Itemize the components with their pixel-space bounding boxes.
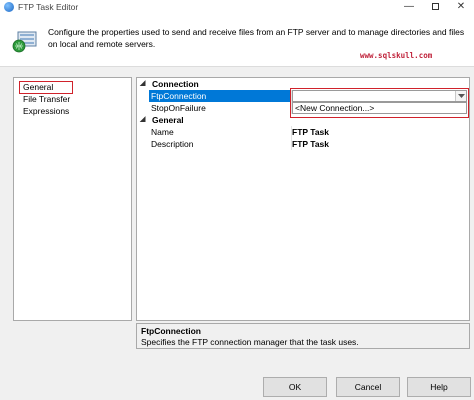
nav-item-expressions[interactable]: Expressions <box>23 106 69 117</box>
ok-button[interactable]: OK <box>263 377 327 397</box>
close-button[interactable]: ✕ <box>448 0 474 15</box>
window-title: FTP Task Editor <box>18 2 79 12</box>
property-name[interactable]: FtpConnection <box>149 90 291 102</box>
maximize-button[interactable] <box>422 0 448 15</box>
category-general[interactable]: ◢ General <box>137 114 469 126</box>
help-button[interactable]: Help <box>407 377 471 397</box>
page-nav: General File Transfer Expressions <box>13 77 132 321</box>
category-label: Connection <box>152 79 199 89</box>
header-description: Configure the properties used to send an… <box>48 27 465 49</box>
maximize-icon <box>431 2 439 10</box>
ftp-server-icon <box>12 31 37 53</box>
nav-item-general[interactable]: General <box>19 81 73 94</box>
property-value[interactable]: FTP Task <box>292 126 329 138</box>
property-description-panel: FtpConnection Specifies the FTP connecti… <box>136 323 470 349</box>
property-grid: ◢ Connection FtpConnection StopOnFailure… <box>136 77 470 321</box>
nav-item-file-transfer[interactable]: File Transfer <box>23 94 70 105</box>
collapse-arrow-icon[interactable]: ◢ <box>140 78 145 90</box>
dialog-header: Configure the properties used to send an… <box>0 15 474 66</box>
dialog-body: General File Transfer Expressions ◢ Conn… <box>0 66 474 400</box>
collapse-arrow-icon[interactable]: ◢ <box>140 114 145 126</box>
category-label: General <box>152 115 184 125</box>
ftp-task-icon <box>4 2 14 12</box>
title-bar: FTP Task Editor — ✕ <box>0 0 474 15</box>
property-row-description[interactable]: Description FTP Task <box>137 138 469 150</box>
property-name: StopOnFailure <box>151 103 206 113</box>
property-row-name[interactable]: Name FTP Task <box>137 126 469 138</box>
description-text: Specifies the FTP connection manager tha… <box>141 337 359 347</box>
description-title: FtpConnection <box>141 326 201 336</box>
minimize-button[interactable]: — <box>396 0 422 15</box>
property-name: Name <box>151 127 174 137</box>
cancel-button[interactable]: Cancel <box>336 377 400 397</box>
property-value[interactable]: FTP Task <box>292 138 329 150</box>
property-name: Description <box>151 139 194 149</box>
watermark: www.sqlskull.com <box>360 51 433 60</box>
